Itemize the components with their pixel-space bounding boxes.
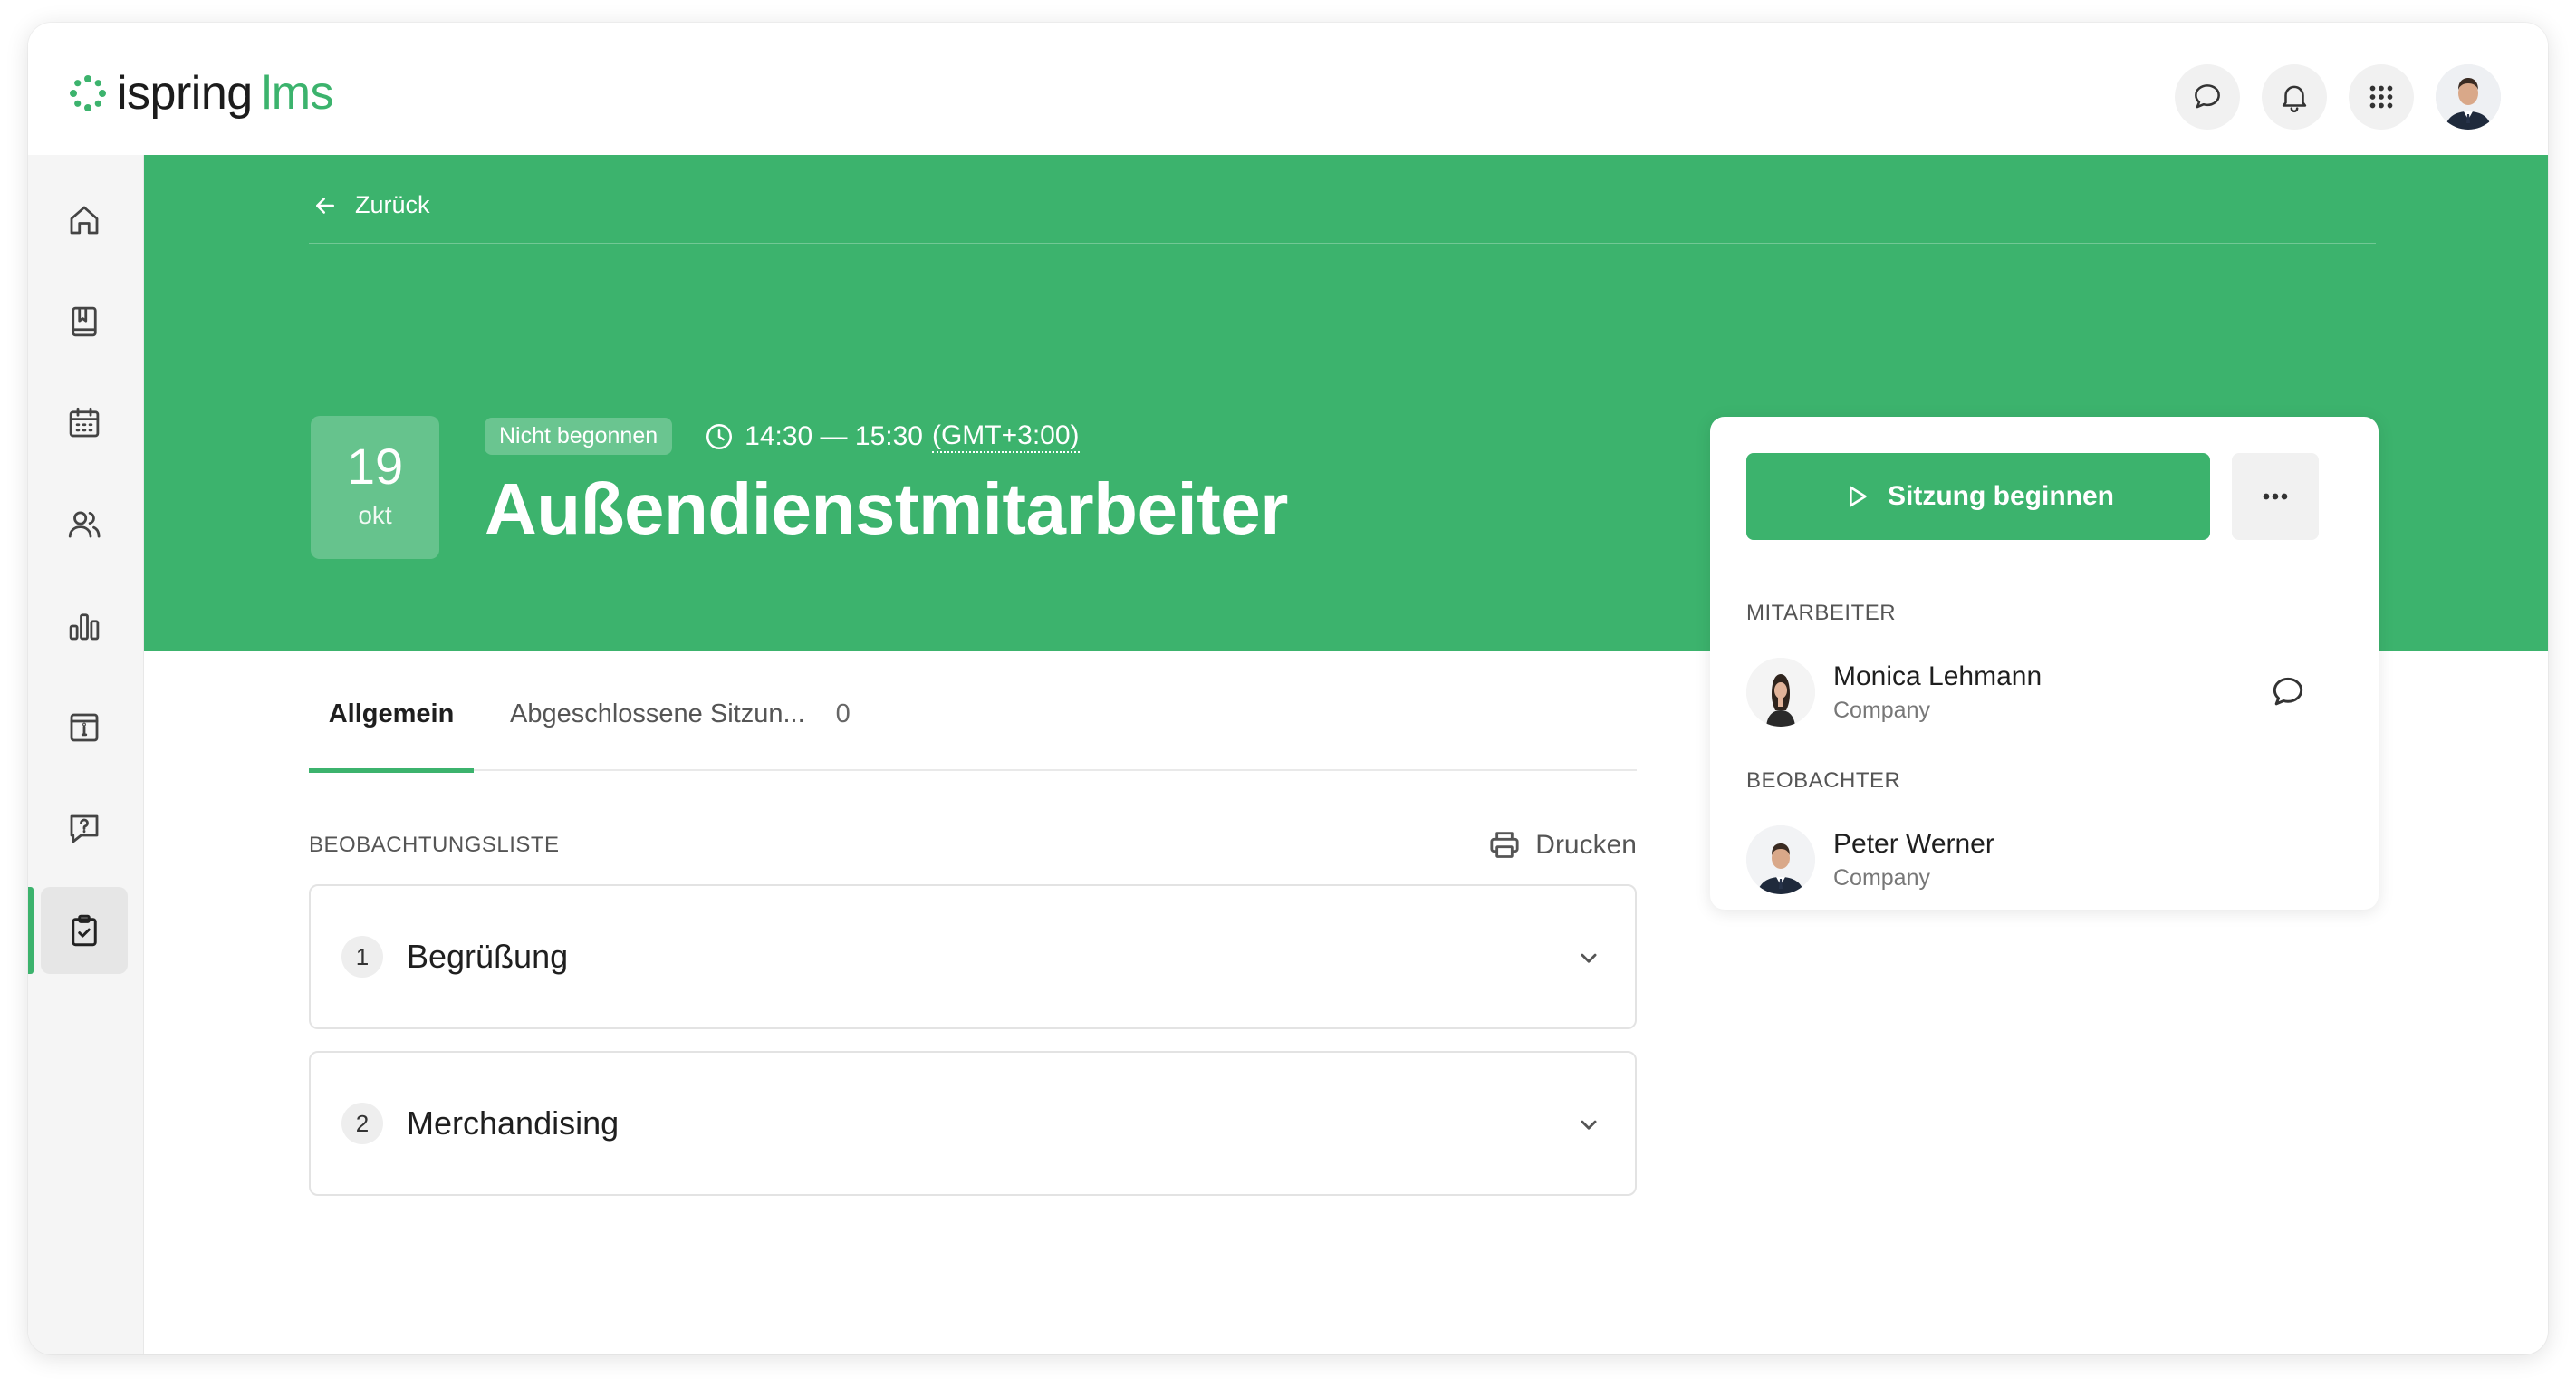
apps-button[interactable] xyxy=(2349,64,2414,130)
employee-label: MITARBEITER xyxy=(1746,601,1897,625)
print-label: Drucken xyxy=(1535,830,1637,860)
employee-avatar xyxy=(1746,658,1815,727)
ispring-logo[interactable]: ispring lms xyxy=(66,66,334,120)
session-timezone[interactable]: (GMT+3:00) xyxy=(931,420,1080,453)
back-label: Zurück xyxy=(355,191,430,218)
ispring-logo-icon xyxy=(70,75,106,111)
play-icon xyxy=(1850,486,1867,507)
tab-general-label: Allgemein xyxy=(328,699,455,728)
checklist-section-label: BEOBACHTUNGSLISTE xyxy=(309,833,560,857)
more-dots-icon xyxy=(2263,493,2288,500)
banner-divider xyxy=(309,243,2376,244)
sidebar-item-calendar[interactable] xyxy=(41,380,128,467)
clock-icon xyxy=(706,423,733,449)
employee-company: Company xyxy=(1833,697,1930,723)
book-icon xyxy=(72,306,97,337)
bar-chart-icon xyxy=(69,613,100,641)
sidebar-item-info[interactable] xyxy=(41,684,128,771)
employee-avatar-image xyxy=(1746,658,1815,727)
top-header: ispring lms xyxy=(28,23,2548,155)
info-board-icon xyxy=(70,713,99,742)
calendar-icon xyxy=(69,407,100,438)
product-name: lms xyxy=(261,67,334,120)
item-title: Begrüßung xyxy=(407,938,569,975)
employee-name: Monica Lehmann xyxy=(1833,660,2043,691)
user-avatar[interactable] xyxy=(2436,64,2501,130)
user-avatar-image xyxy=(2436,64,2501,130)
checklist-header: BEOBACHTUNGSLISTE Drucken xyxy=(309,827,1637,863)
question-chat-icon xyxy=(70,814,99,843)
sidebar-item-users[interactable] xyxy=(41,481,128,568)
chat-icon xyxy=(2195,84,2220,109)
date-month: okt xyxy=(358,501,392,529)
sidebar-item-courses[interactable] xyxy=(41,278,128,365)
tab-completed-count: 0 xyxy=(835,699,851,728)
bell-icon xyxy=(2282,85,2307,113)
printer-icon xyxy=(1490,832,1519,858)
brand-name: ispring xyxy=(117,67,253,120)
sidebar-nav xyxy=(28,155,144,1354)
clipboard-check-icon xyxy=(72,914,97,947)
date-tile: 19 okt xyxy=(311,416,439,559)
chat-button[interactable] xyxy=(2175,64,2240,130)
status-badge: Nicht begonnen xyxy=(485,418,673,455)
employee-card: Monica Lehmann Company xyxy=(1746,656,2326,728)
page-title: Außendienstmitarbeiter xyxy=(485,468,1288,549)
observer-company: Company xyxy=(1833,864,1930,891)
sidebar-item-reports[interactable] xyxy=(41,583,128,670)
sidebar-item-checklists[interactable] xyxy=(41,887,128,974)
app-window: ispring lms Zurück 19 okt Nicht begonnen… xyxy=(28,23,2548,1354)
sidebar-item-help[interactable] xyxy=(41,786,128,872)
content-tabs: Allgemein Abgeschlossene Sitzun... 0 xyxy=(309,657,1637,773)
checklist-item[interactable]: 2 Merchandising xyxy=(309,1051,1637,1196)
start-session-label: Sitzung beginnen xyxy=(1888,481,2114,511)
apps-grid-icon xyxy=(2369,85,2393,109)
arrow-left-icon xyxy=(316,197,334,214)
users-icon xyxy=(68,511,101,538)
start-session-button[interactable]: Sitzung beginnen xyxy=(1746,453,2210,540)
observer-card: Peter Werner Company xyxy=(1746,824,2326,896)
chat-icon[interactable] xyxy=(2268,672,2308,712)
item-number: 1 xyxy=(341,936,383,978)
sidebar-item-home[interactable] xyxy=(41,177,128,264)
session-time: 14:30 — 15:30 xyxy=(745,420,923,451)
observer-avatar-image xyxy=(1746,825,1815,894)
back-link[interactable]: Zurück xyxy=(312,191,430,219)
active-nav-indicator xyxy=(28,887,34,974)
date-day: 19 xyxy=(346,438,404,495)
session-meta: Nicht begonnen 14:30 — 15:30 (GMT+3:00) xyxy=(485,418,1080,455)
tab-completed-label: Abgeschlossene Sitzun... xyxy=(510,699,805,728)
chevron-down-icon[interactable] xyxy=(1573,942,1604,973)
home-icon xyxy=(70,206,99,235)
item-number: 2 xyxy=(341,1103,383,1144)
item-title: Merchandising xyxy=(407,1104,620,1142)
tab-general[interactable]: Allgemein xyxy=(309,657,474,773)
tab-completed-sessions[interactable]: Abgeschlossene Sitzun... 0 xyxy=(510,657,851,771)
chevron-down-icon[interactable] xyxy=(1573,1109,1604,1140)
observer-name: Peter Werner xyxy=(1833,828,1994,859)
checklist-item[interactable]: 1 Begrüßung xyxy=(309,884,1637,1029)
print-button[interactable]: Drucken xyxy=(1486,827,1637,863)
notifications-button[interactable] xyxy=(2262,64,2327,130)
session-panel: Sitzung beginnen MITARBEITER Monica Lehm… xyxy=(1710,417,2379,910)
observer-label: BEOBACHTER xyxy=(1746,768,1901,793)
header-actions xyxy=(2175,64,2501,130)
more-options-button[interactable] xyxy=(2232,453,2319,540)
observer-avatar xyxy=(1746,825,1815,894)
